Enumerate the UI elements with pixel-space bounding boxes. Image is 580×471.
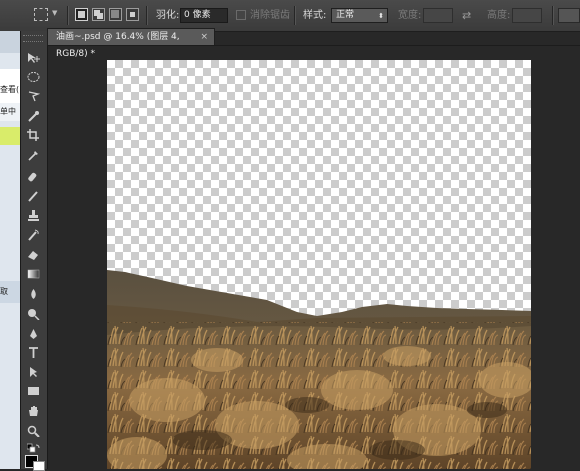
zoom-tool-icon[interactable] bbox=[24, 423, 43, 439]
strip-block bbox=[0, 31, 20, 53]
feather-input[interactable]: 0 像素 bbox=[180, 8, 228, 23]
feather-label: 羽化: bbox=[156, 10, 180, 21]
grassland-image bbox=[107, 270, 531, 469]
default-colors-icon[interactable] bbox=[24, 441, 43, 453]
swap-dimensions-icon[interactable]: ⇄ bbox=[462, 9, 471, 22]
strip-text: 单中 bbox=[0, 107, 16, 116]
divider bbox=[294, 6, 296, 25]
tool-preset-picker[interactable] bbox=[34, 8, 48, 21]
path-selection-icon[interactable] bbox=[24, 364, 43, 380]
chevron-down-icon[interactable]: ▼ bbox=[52, 9, 57, 17]
subtract-from-selection-button[interactable] bbox=[109, 8, 122, 21]
document-canvas[interactable] bbox=[107, 60, 531, 469]
blur-tool-icon[interactable] bbox=[24, 286, 43, 302]
add-to-selection-button[interactable] bbox=[92, 8, 105, 21]
refine-edge-button[interactable] bbox=[558, 8, 580, 23]
marquee-tool-icon[interactable] bbox=[24, 69, 43, 85]
background-window-strip: 查看( 单中 取 bbox=[0, 31, 20, 469]
eraser-icon[interactable] bbox=[24, 247, 43, 263]
document-tab[interactable]: 油画~.psd @ 16.4% (图层 4, RGB/8) * × bbox=[47, 28, 215, 59]
width-label: 宽度: bbox=[398, 10, 422, 21]
history-brush-icon[interactable] bbox=[24, 227, 43, 243]
spot-healing-icon[interactable] bbox=[24, 169, 43, 185]
close-icon[interactable]: × bbox=[200, 29, 208, 46]
strip-text: 取 bbox=[0, 287, 8, 296]
panel-grip[interactable] bbox=[23, 35, 43, 42]
dodge-tool-icon[interactable] bbox=[24, 306, 43, 322]
strip-text: 查看( bbox=[0, 85, 20, 94]
brush-tool-icon[interactable] bbox=[24, 188, 43, 204]
height-input[interactable] bbox=[512, 8, 542, 23]
divider bbox=[47, 45, 580, 46]
tools-panel bbox=[20, 31, 48, 469]
divider bbox=[146, 6, 148, 25]
chevron-down-icon: ⬍ bbox=[378, 12, 384, 20]
intersect-selection-button[interactable] bbox=[126, 8, 139, 21]
divider bbox=[552, 6, 554, 25]
crop-tool-icon[interactable] bbox=[24, 127, 43, 143]
lasso-tool-icon[interactable] bbox=[24, 88, 43, 104]
antialias-label: 消除锯齿 bbox=[250, 10, 290, 21]
clone-stamp-icon[interactable] bbox=[24, 207, 43, 223]
divider bbox=[67, 6, 69, 25]
style-select-value: 正常 bbox=[336, 10, 355, 20]
new-selection-button[interactable] bbox=[75, 8, 88, 21]
quick-selection-icon[interactable] bbox=[24, 108, 43, 124]
eyedropper-icon[interactable] bbox=[24, 147, 43, 163]
style-select[interactable]: 正常 ⬍ bbox=[331, 8, 388, 23]
type-tool-icon[interactable] bbox=[24, 345, 43, 361]
rectangle-tool-icon[interactable] bbox=[24, 383, 43, 399]
gradient-tool-icon[interactable] bbox=[24, 266, 43, 282]
hand-tool-icon[interactable] bbox=[24, 403, 43, 419]
strip-highlight bbox=[0, 127, 20, 145]
height-label: 高度: bbox=[487, 10, 511, 21]
background-color-swatch[interactable] bbox=[33, 461, 45, 471]
move-tool-icon[interactable] bbox=[24, 50, 43, 66]
width-input[interactable] bbox=[423, 8, 453, 23]
antialias-checkbox[interactable] bbox=[236, 10, 246, 20]
style-label: 样式: bbox=[303, 10, 327, 21]
pen-tool-icon[interactable] bbox=[24, 326, 43, 342]
